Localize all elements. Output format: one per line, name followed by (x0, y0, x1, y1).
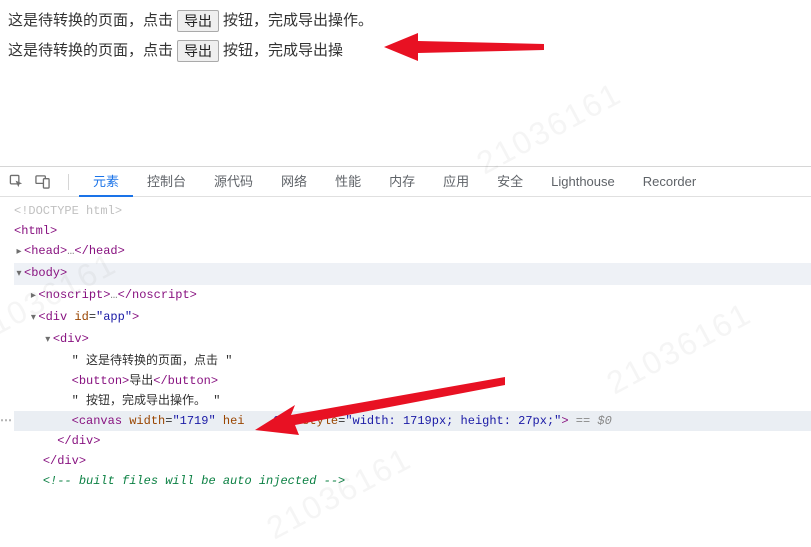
dom-canvas[interactable]: canvas (79, 414, 122, 428)
text-before-2: 这是待转换的页面，点击 (8, 36, 173, 66)
dom-div-app[interactable]: div (46, 310, 68, 324)
devtools-panel: 元素 控制台 源代码 网络 性能 内存 应用 安全 Lighthouse Rec… (0, 166, 811, 501)
collapse-icon[interactable]: ▾ (28, 309, 38, 329)
collapse-icon[interactable]: ▾ (14, 265, 24, 285)
dom-doctype: <!DOCTYPE html> (14, 204, 122, 218)
tab-elements[interactable]: 元素 (79, 167, 133, 197)
dom-head[interactable]: head (31, 244, 60, 258)
inspect-icon[interactable] (8, 174, 24, 190)
dom-button[interactable]: button (79, 374, 122, 388)
tab-lighthouse[interactable]: Lighthouse (537, 167, 629, 197)
devtools-tabbar: 元素 控制台 源代码 网络 性能 内存 应用 安全 Lighthouse Rec… (0, 167, 811, 197)
collapse-icon[interactable]: ▾ (43, 331, 53, 351)
dom-noscript[interactable]: noscript (46, 288, 104, 302)
dom-div-inner[interactable]: div (60, 332, 82, 346)
dom-tree[interactable]: <!DOCTYPE html> <html> ▸<head>…</head> ▾… (0, 197, 811, 501)
export-button[interactable]: 导出 (177, 10, 219, 32)
tab-security[interactable]: 安全 (483, 167, 537, 197)
tab-memory[interactable]: 内存 (375, 167, 429, 197)
tab-sources[interactable]: 源代码 (200, 167, 267, 197)
tab-performance[interactable]: 性能 (321, 167, 375, 197)
content-line-2: 这是待转换的页面，点击 导出 按钮，完成导出操 (8, 36, 803, 66)
dom-comment[interactable]: <!-- built files will be auto injected -… (43, 474, 345, 488)
ellipsis: … (110, 288, 117, 302)
content-line-1: 这是待转换的页面，点击 导出 按钮，完成导出操作。 (8, 6, 803, 36)
device-toggle-icon[interactable] (34, 174, 50, 190)
selected-node-indicator: == $0 (576, 414, 612, 428)
tab-application[interactable]: 应用 (429, 167, 483, 197)
expand-icon[interactable]: ▸ (14, 243, 24, 263)
dom-html-open[interactable]: html (21, 224, 50, 238)
text-after-1: 按钮，完成导出操作。 (223, 6, 373, 36)
rendered-page: 这是待转换的页面，点击 导出 按钮，完成导出操作。 这是待转换的页面，点击 导出… (0, 0, 811, 66)
dom-text-node[interactable]: " 按钮，完成导出操作。 " (72, 394, 221, 408)
expand-icon[interactable]: ▸ (28, 287, 38, 307)
text-after-2: 按钮，完成导出操 (223, 36, 343, 66)
tab-console[interactable]: 控制台 (133, 167, 200, 197)
dom-body[interactable]: body (31, 266, 60, 280)
text-before-1: 这是待转换的页面，点击 (8, 6, 173, 36)
export-button[interactable]: 导出 (177, 40, 219, 62)
tab-network[interactable]: 网络 (267, 167, 321, 197)
tab-recorder[interactable]: Recorder (629, 167, 710, 197)
dom-text-node[interactable]: " 这是待转换的页面，点击 " (72, 354, 233, 368)
